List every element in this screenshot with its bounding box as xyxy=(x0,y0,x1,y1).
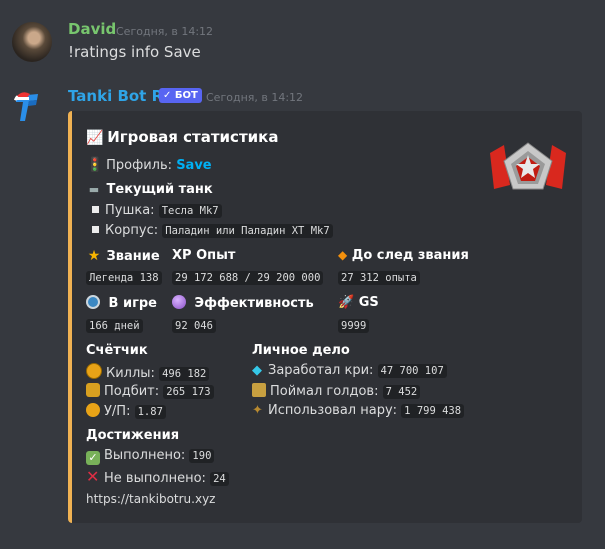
crystals-row: ◆ Заработал кри: 47 700 107 xyxy=(252,363,447,378)
rank-value: Легенда 138 xyxy=(86,271,162,285)
clock-icon xyxy=(86,295,100,309)
crystal-icon: ◆ xyxy=(252,363,262,378)
traffic-light-icon: 🚦 xyxy=(86,157,104,173)
notdone-value: 24 xyxy=(210,472,229,486)
next-rank-value: 27 312 опыта xyxy=(338,271,420,285)
deaths-row: Подбит: 265 173 xyxy=(86,383,214,399)
kd-row: У/П: 1.87 xyxy=(86,403,166,419)
personal-title: Личное дело xyxy=(252,343,350,358)
stats-embed: 📈 Игровая статистика 🚦 Профиль: Save ▬ Т… xyxy=(68,111,582,523)
rank-field-name: ★ Звание xyxy=(87,248,160,264)
author-name-david[interactable]: David xyxy=(68,20,116,38)
kd-icon xyxy=(86,403,100,417)
bullet-icon xyxy=(92,226,99,233)
xp-field-name: XP Опыт xyxy=(172,248,236,263)
deaths-value: 265 173 xyxy=(163,385,214,399)
golds-value: 7 452 xyxy=(382,385,421,399)
efficiency-value: 92 046 xyxy=(172,319,216,333)
done-row: ✓ Выполнено: 190 xyxy=(86,448,215,465)
next-rank-field-name: ◆ До след звания xyxy=(338,248,469,263)
embed-title-row: 📈 Игровая статистика xyxy=(86,128,278,146)
bot-badge: ✓ БОТ xyxy=(159,88,202,103)
achievements-title: Достижения xyxy=(86,428,180,443)
rank-emblem-icon xyxy=(488,139,568,199)
bot-avatar[interactable] xyxy=(12,88,52,128)
footer-link[interactable]: https://tankibotru.xyz xyxy=(86,492,215,506)
done-value: 190 xyxy=(189,449,215,463)
deaths-icon xyxy=(86,383,100,397)
star-icon: ★ xyxy=(87,248,101,264)
gold-box-icon xyxy=(252,383,266,397)
cross-mark-icon: ✕ xyxy=(86,467,100,486)
kd-value: 1.87 xyxy=(134,405,166,419)
bot-message-timestamp: Сегодня, в 14:12 xyxy=(206,91,304,104)
message-text: !ratings info Save xyxy=(68,43,201,61)
profile-label: Профиль: xyxy=(106,158,173,173)
profile-row: 🚦 Профиль: Save xyxy=(86,157,212,173)
tank-icon: ▬ xyxy=(88,183,100,196)
kills-icon xyxy=(86,363,102,379)
orange-diamond-icon: ◆ xyxy=(338,248,348,262)
efficiency-field-name: Эффективность xyxy=(172,295,314,311)
gun-row: Пушка: Тесла Mk7 xyxy=(92,203,222,218)
bullet-icon xyxy=(92,206,99,213)
supplies-row: ✦ Использовал нару: 1 799 438 xyxy=(252,403,465,418)
tank-label: Текущий танк xyxy=(106,182,213,197)
gun-value: Тесла Mk7 xyxy=(158,204,222,218)
profile-name[interactable]: Save xyxy=(176,158,211,173)
rocket-icon: 🚀 xyxy=(338,295,355,310)
xp-value: 29 172 688 / 29 200 000 xyxy=(172,271,324,285)
ingame-field-name: В игре xyxy=(86,295,157,311)
kills-value: 496 182 xyxy=(159,367,210,381)
embed-title: Игровая статистика xyxy=(107,128,279,146)
kills-row: Киллы: 496 182 xyxy=(86,363,210,381)
crystal-ball-icon xyxy=(172,295,186,309)
message-timestamp: Сегодня, в 14:12 xyxy=(116,25,214,38)
xp-icon: XP xyxy=(172,248,192,263)
supplies-value: 1 799 438 xyxy=(401,404,465,418)
counter-title: Счётчик xyxy=(86,343,148,358)
notdone-row: ✕ Не выполнено: 24 xyxy=(86,467,229,486)
hull-row: Корпус: Паладин или Паладин XT Mk7 xyxy=(92,223,333,238)
ingame-value: 166 дней xyxy=(86,319,143,333)
golds-row: Поймал голдов: 7 452 xyxy=(252,383,421,399)
tank-header: ▬ Текущий танк xyxy=(86,182,213,197)
check-mark-icon: ✓ xyxy=(86,451,100,465)
chart-increasing-icon: 📈 xyxy=(86,130,104,146)
crystals-value: 47 700 107 xyxy=(377,364,447,378)
hull-value: Паладин или Паладин XT Mk7 xyxy=(162,224,333,238)
user-avatar[interactable] xyxy=(12,22,52,62)
supplies-icon: ✦ xyxy=(252,403,263,418)
gs-field-name: 🚀 GS xyxy=(338,295,379,310)
gs-value: 9999 xyxy=(338,319,370,333)
